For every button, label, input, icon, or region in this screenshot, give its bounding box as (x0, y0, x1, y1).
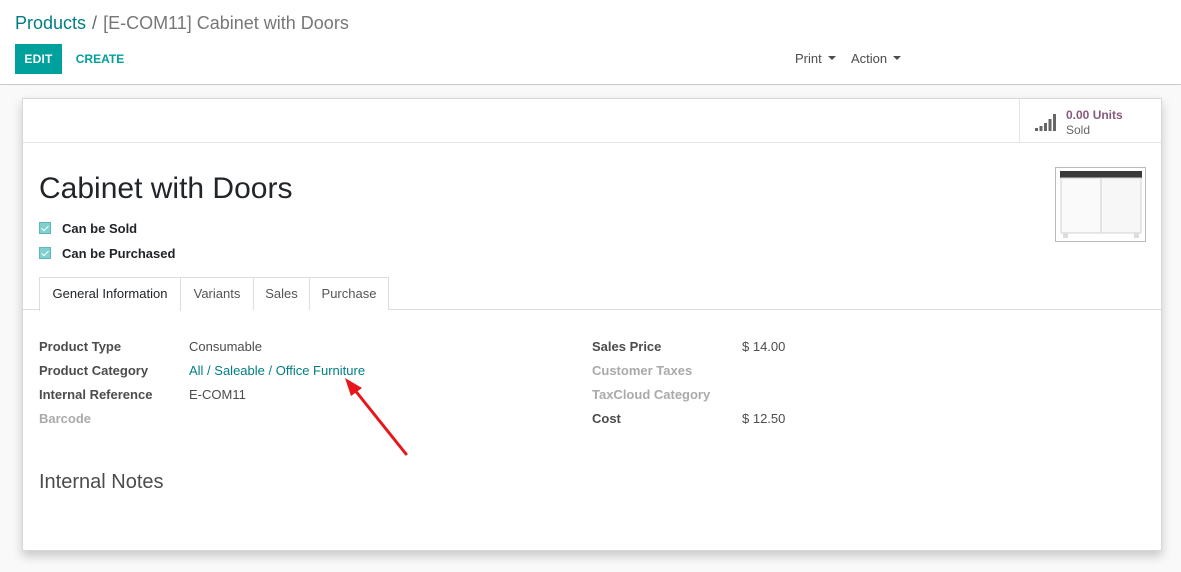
barcode-label: Barcode (39, 411, 92, 426)
cabinet-image (1056, 168, 1145, 241)
create-button[interactable]: CREATE (68, 44, 132, 74)
product-image[interactable] (1055, 167, 1146, 242)
product-type-value[interactable]: Consumable (189, 339, 262, 354)
can-be-purchased-label: Can be Purchased (62, 245, 176, 261)
tab-sales[interactable]: Sales (253, 277, 310, 310)
internal-reference-label: Internal Reference (39, 387, 153, 402)
cost-value[interactable]: $ 12.50 (742, 411, 785, 426)
can-be-purchased-checkbox[interactable] (39, 247, 51, 259)
control-panel: Products / [E-COM11] Cabinet with Doors ED… (0, 0, 1181, 85)
breadcrumb: Products / [E-COM11] Cabinet with Doors (15, 11, 349, 35)
units-sold-label: Sold (1066, 123, 1091, 137)
caret-down-icon (893, 55, 902, 60)
sales-price-value[interactable]: $ 14.00 (742, 339, 785, 354)
tab-general-information[interactable]: General Information (39, 277, 181, 311)
button-box: 0.00 Units Sold (23, 99, 1161, 143)
units-sold-stat-button[interactable]: 0.00 Units Sold (1019, 99, 1161, 143)
product-category-link[interactable]: All / Saleable / Office Furniture (189, 363, 365, 378)
taxcloud-category-label: TaxCloud Category (592, 387, 711, 402)
print-label: Print (795, 51, 822, 66)
action-label: Action (851, 51, 888, 66)
sales-price-label: Sales Price (592, 339, 662, 354)
tab-variants[interactable]: Variants (180, 277, 254, 310)
edit-button[interactable]: EDIT (15, 44, 62, 74)
can-be-sold-row: Can be Sold (39, 219, 137, 237)
caret-down-icon (827, 55, 836, 60)
units-sold-value: 0.00 Units (1066, 108, 1123, 122)
print-dropdown[interactable]: Print (795, 44, 836, 74)
product-type-label: Product Type (39, 339, 122, 354)
form-sheet: 0.00 Units Sold Cabinet with Doors Can b… (22, 98, 1162, 551)
breadcrumb-current: [E-COM11] Cabinet with Doors (103, 13, 349, 33)
breadcrumb-separator: / (92, 13, 98, 33)
can-be-sold-label: Can be Sold (62, 220, 138, 236)
action-dropdown[interactable]: Action (851, 44, 902, 74)
customer-taxes-label: Customer Taxes (592, 363, 693, 378)
internal-reference-value[interactable]: E-COM11 (189, 387, 246, 402)
notebook-tabs: General Information Variants Sales Purch… (23, 277, 1161, 311)
internal-notes-heading: Internal Notes (39, 471, 164, 493)
cost-label: Cost (592, 411, 621, 426)
bar-chart-icon (1035, 114, 1056, 131)
tab-purchase[interactable]: Purchase (309, 277, 389, 310)
product-name: Cabinet with Doors (39, 172, 293, 205)
can-be-purchased-row: Can be Purchased (39, 244, 175, 262)
can-be-sold-checkbox[interactable] (39, 222, 51, 234)
product-category-label: Product Category (39, 363, 149, 378)
breadcrumb-products-link[interactable]: Products (15, 13, 86, 33)
